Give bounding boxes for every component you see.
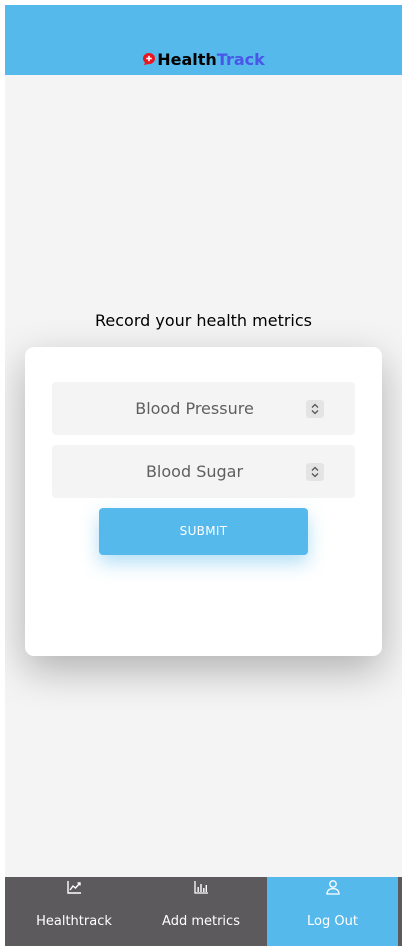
brand-name-health: Health (157, 50, 217, 69)
nav-item-log-out[interactable]: Log Out (267, 877, 398, 946)
nav-item-healthtrack[interactable]: Healthtrack (5, 877, 143, 946)
nav-edge-divider (398, 877, 402, 946)
app-header: HealthTrack (5, 5, 402, 75)
blood-sugar-input[interactable]: Blood Sugar (52, 445, 355, 498)
line-chart-icon (67, 881, 81, 894)
number-spinner-icon[interactable] (306, 463, 324, 481)
number-spinner-icon[interactable] (306, 400, 324, 418)
blood-sugar-placeholder: Blood Sugar (145, 462, 244, 481)
nav-label-add-metrics: Add metrics (162, 914, 240, 929)
brand-logo[interactable]: HealthTrack (5, 50, 402, 70)
app-screen: HealthTrack Record your health metrics B… (5, 5, 402, 946)
page-title: Record your health metrics (94, 311, 313, 330)
blood-pressure-input[interactable]: Blood Pressure (52, 382, 355, 435)
brand-name-track: Track (216, 50, 265, 69)
nav-item-add-metrics[interactable]: Add metrics (139, 877, 263, 946)
metrics-form-card: Blood Pressure Blood Sugar SUBMIT (25, 347, 382, 656)
submit-button[interactable]: SUBMIT (99, 508, 308, 555)
red-speech-bubble-plus-icon (143, 53, 156, 65)
nav-label-log-out: Log Out (307, 914, 358, 929)
bar-chart-icon (194, 881, 208, 894)
nav-label-healthtrack: Healthtrack (36, 914, 112, 929)
blood-pressure-placeholder: Blood Pressure (135, 399, 254, 418)
user-icon (325, 880, 340, 895)
bottom-navigation: Healthtrack Add metrics Log Out (5, 877, 402, 946)
